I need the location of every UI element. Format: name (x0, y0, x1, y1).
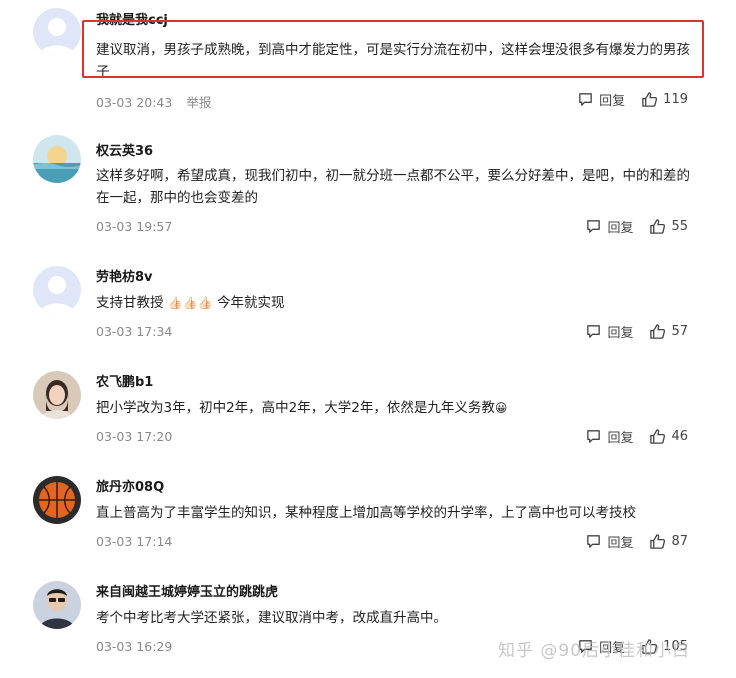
reply-label: 回复 (607, 536, 634, 551)
reply-label: 回复 (607, 431, 634, 446)
reply-button[interactable]: 回复 (585, 217, 633, 236)
comment-meta: 03-03 17:14 (96, 534, 172, 549)
comment-item: 农飞鹏b1 把小学改为3年，初中2年，高中2年，大学2年，依然是九年义务教😀 0… (0, 359, 736, 464)
avatar[interactable] (33, 476, 81, 524)
comment-item: 劳艳枋8v 支持甘教授 👍🏻👍🏻👍🏻 今年就实现 03-03 17:34 回复 … (0, 254, 736, 359)
avatar[interactable] (33, 8, 81, 56)
comment-item: 旅丹亦08Q 直上普高为了丰富学生的知识，某种程度上增加高等学校的升学率，上了高… (0, 464, 736, 569)
comment-icon (587, 220, 601, 233)
thumbs-up-emoji-icon: 👍🏻 (182, 296, 198, 310)
avatar[interactable] (33, 371, 81, 419)
comment-actions: 回复 46 (585, 427, 688, 446)
like-button[interactable]: 119 (641, 91, 688, 108)
thumbs-up-icon (650, 324, 666, 339)
like-button[interactable]: 46 (649, 428, 688, 445)
comment-text: 考个中考比考大学还紧张，建议取消中考，改成直升高中。 (96, 610, 447, 626)
grin-emoji-icon: 😀 (494, 401, 508, 415)
comment-meta: 03-03 17:34 (96, 324, 172, 339)
timestamp: 03-03 17:34 (96, 324, 173, 339)
reply-label: 回复 (607, 326, 634, 341)
username[interactable]: 劳艳枋8v (96, 266, 153, 285)
thumbs-up-emoji-icon: 👍🏻 (197, 296, 213, 310)
comment-text: 把小学改为3年，初中2年，高中2年，大学2年，依然是九年义务教😀 (96, 397, 696, 419)
avatar[interactable] (33, 266, 81, 314)
comment-meta: 03-03 16:29 (96, 639, 172, 654)
timestamp: 03-03 17:20 (96, 429, 173, 444)
like-count: 119 (663, 92, 688, 107)
like-count: 55 (671, 219, 688, 234)
thumbs-up-icon (650, 219, 666, 234)
like-button[interactable]: 55 (649, 218, 688, 235)
reply-button[interactable]: 回复 (585, 427, 633, 446)
thumbs-up-icon (650, 429, 666, 444)
like-button[interactable]: 87 (649, 533, 688, 550)
comment-text: 直上普高为了丰富学生的知识，某种程度上增加高等学校的升学率，上了高中也可以考技校 (96, 505, 636, 521)
comment-icon (579, 93, 592, 106)
reply-label: 回复 (599, 94, 626, 109)
comment-text-main: 支持甘教授 (96, 295, 164, 311)
reply-button[interactable]: 回复 (585, 532, 633, 551)
watermark: 知乎 @90后小佳和小白 (498, 641, 691, 661)
reply-button[interactable]: 回复 (585, 322, 633, 341)
comment-actions: 回复 119 (577, 90, 688, 109)
comment-meta: 03-03 19:57 (96, 219, 172, 234)
comment-actions: 回复 57 (585, 322, 688, 341)
username[interactable]: 农飞鹏b1 (96, 371, 153, 390)
like-count: 46 (671, 429, 688, 444)
comment-text: 支持甘教授 👍🏻👍🏻👍🏻 今年就实现 (96, 292, 696, 314)
thumbs-up-emoji-icon: 👍🏻 (167, 296, 183, 310)
comment-icon (587, 325, 601, 338)
username[interactable]: 旅丹亦08Q (96, 476, 164, 495)
report-button[interactable]: 举报 (186, 95, 211, 110)
comment-meta: 03-03 20:43 举报 (96, 92, 211, 111)
username[interactable]: 权云英36 (96, 140, 153, 159)
like-count: 87 (671, 534, 688, 549)
comment-icon (587, 430, 601, 443)
timestamp: 03-03 19:57 (96, 219, 173, 234)
timestamp: 03-03 16:29 (96, 639, 173, 654)
avatar[interactable] (33, 581, 81, 629)
comment-icon (587, 535, 601, 548)
comment-text-suffix: 今年就实现 (216, 295, 285, 311)
timestamp: 03-03 17:14 (96, 534, 173, 549)
username[interactable]: 来自闽越王城婷婷玉立的跳跳虎 (96, 581, 278, 600)
username[interactable]: 我就是我ccj (96, 9, 168, 28)
comment-text: 这样多好啊，希望成真，现我们初中，初一就分班一点都不公平，要么分好差中，是吧，中… (96, 168, 690, 206)
comment-item: 权云英36 这样多好啊，希望成真，现我们初中，初一就分班一点都不公平，要么分好差… (0, 127, 736, 236)
thumbs-up-icon (642, 92, 658, 107)
reply-button[interactable]: 回复 (577, 90, 625, 109)
comment-item: 我就是我ccj 建议取消，男孩子成熟晚，到高中才能定性，可是实行分流在初中，这样… (0, 0, 736, 110)
comment-text: 建议取消，男孩子成熟晚，到高中才能定性，可是实行分流在初中，这样会埋没很多有爆发… (96, 42, 690, 80)
timestamp: 03-03 20:43 (96, 95, 173, 110)
comment-meta: 03-03 17:20 (96, 429, 172, 444)
avatar[interactable] (33, 135, 81, 183)
like-count: 57 (671, 324, 688, 339)
like-button[interactable]: 57 (649, 323, 688, 340)
comment-text-main: 把小学改为3年，初中2年，高中2年，大学2年，依然是九年义务教 (96, 400, 495, 416)
comment-actions: 回复 55 (585, 217, 688, 236)
comment-actions: 回复 87 (585, 532, 688, 551)
reply-label: 回复 (607, 221, 634, 236)
thumbs-up-icon (650, 534, 666, 549)
